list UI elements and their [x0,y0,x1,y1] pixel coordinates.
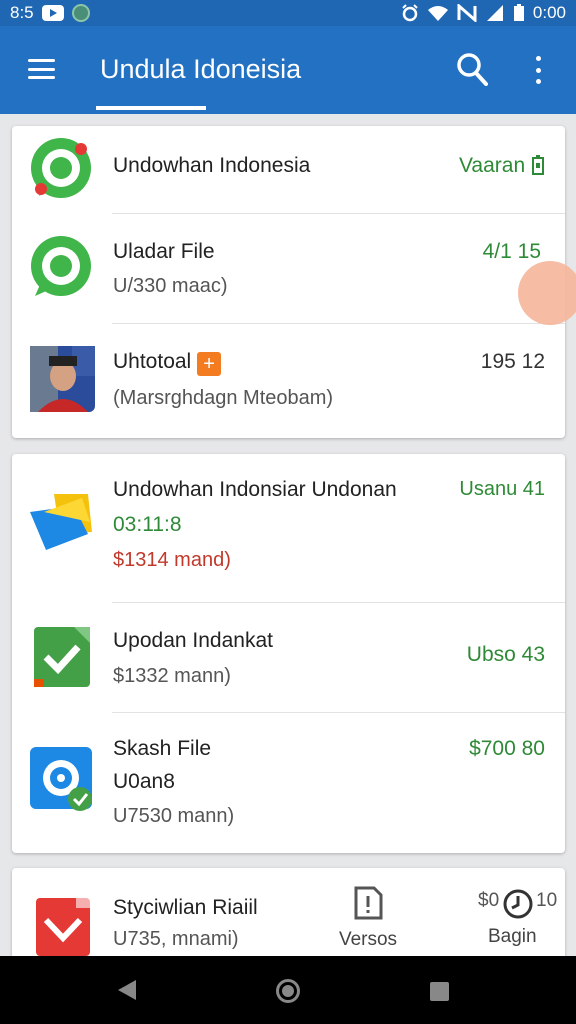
item-value: 4/1 15 [482,240,541,263]
app-bar: Undula Idoneisia [0,26,576,114]
list-item[interactable]: Upodan Indankat $1332 mann) Ubso 43 [12,603,565,712]
navigation-bar [0,956,576,1024]
item-amount: $0 [478,890,500,911]
disc-icon [30,747,92,811]
battery-icon [513,4,524,21]
item-time: 03:11:8 [113,513,182,536]
list-item[interactable]: Undowhan Indonsiar Undonan 03:11:8 $1314… [12,454,565,602]
item-title: Undowhan Indonsiar Undonan [113,478,397,501]
item-value: Ubso 43 [466,643,545,666]
status-time-left: 8:5 [10,3,34,22]
video-icon [41,5,64,21]
avatar [30,346,95,412]
list-item[interactable]: Undowhan Indonesia Vaaran [12,126,565,214]
item-title: Upodan Indankat [113,629,273,652]
whatsapp-icon [31,236,91,296]
item-subtitle: U/330 maac) [113,275,228,297]
recents-icon[interactable] [430,982,449,1001]
home-icon[interactable] [276,979,300,1003]
app-notification-icon [71,4,90,22]
inbox-icon [36,898,90,956]
item-count: 10 [536,890,558,911]
item-status: Vaaran [459,154,545,178]
list-item[interactable]: Uhtotoal + (Marsrghdagn Mteobam) 195 12 [12,324,565,438]
item-title: Undowhan Indonesia [113,154,311,177]
versions-action[interactable]: Versos [338,886,398,951]
clock-icon [503,889,533,919]
item-value: 195 12 [480,350,545,373]
folder-icon [30,494,92,550]
status-time-right: 0:00 [532,3,566,22]
item-subtitle: $1332 mann) [113,665,231,687]
plus-badge-icon: + [197,352,222,376]
whatsapp-icon [31,138,91,198]
title-underline [96,106,206,110]
checkmark-icon [34,627,90,687]
wifi-icon [427,6,448,21]
card-3: Styciwlian Riaiil U735, mnami) Versos $0… [12,868,565,968]
status-bar: 8:5 0:00 [0,0,576,26]
more-options-icon[interactable] [528,54,548,86]
list-item[interactable]: Styciwlian Riaiil U735, mnami) Versos $0… [12,868,565,968]
item-value: Usanu 41 [459,478,545,500]
item-subtitle: U735, mnami) [113,928,239,950]
alarm-icon [402,4,418,22]
menu-icon[interactable] [28,59,55,79]
card-1: Undowhan Indonesia Vaaran Uladar File U/… [12,126,565,438]
list-item[interactable]: Skash File U0an8 U7530 mann) $700 80 [12,713,565,853]
item-title: Styciwlian Riaiil [113,896,258,919]
list-item[interactable]: Uladar File U/330 maac) 4/1 15 [12,214,565,324]
begin-label: Bagin [488,926,537,947]
item-title: Uhtotoal + [113,350,222,376]
card-2: Undowhan Indonsiar Undonan 03:11:8 $1314… [12,454,565,853]
item-price: $1314 mand) [113,549,231,571]
battery-small-icon [532,155,544,175]
back-icon[interactable] [118,980,136,1000]
item-title: Skash File [113,737,212,760]
document-alert-icon [354,886,383,920]
touch-indicator [518,261,576,325]
versions-label: Versos [338,929,398,950]
item-subtitle: (Marsrghdagn Mteobam) [113,387,334,409]
item-subtitle: U7530 mann) [113,805,235,827]
no-signal-icon [457,4,477,22]
page-title[interactable]: Undula Idoneisia [100,54,301,85]
signal-icon [486,5,503,21]
item-title: Uladar File [113,240,215,263]
item-code: U0an8 [113,770,175,793]
search-icon[interactable] [456,52,488,86]
item-value: $700 80 [469,737,545,760]
